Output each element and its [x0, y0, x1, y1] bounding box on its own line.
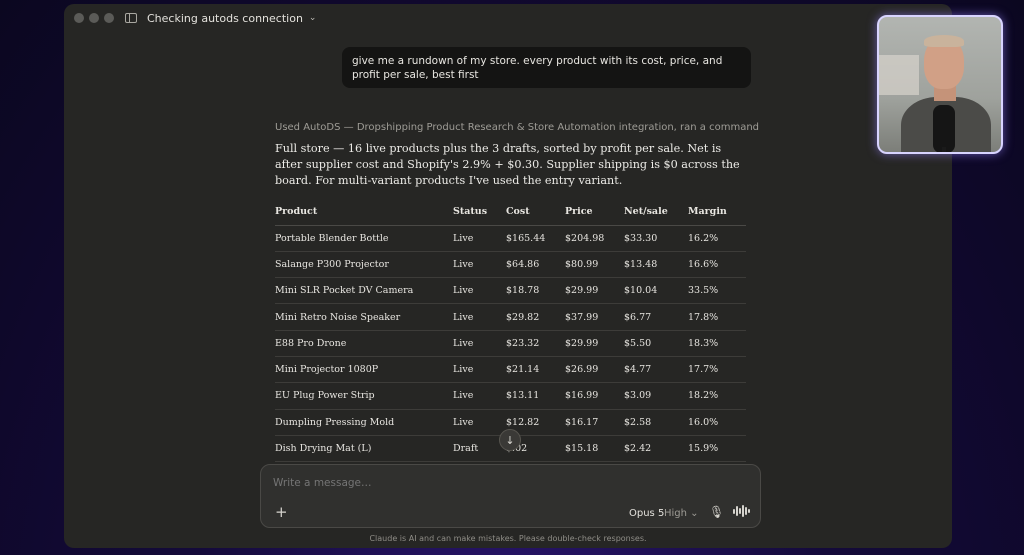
cell-product: Dumpling Pressing Mold — [275, 409, 453, 436]
column-header-cost: Cost — [506, 199, 565, 226]
products-table: Product Status Cost Price Net/sale Margi… — [275, 199, 746, 463]
model-selector[interactable]: Opus 5 — [629, 508, 664, 519]
podcast-microphone — [933, 105, 955, 152]
arrow-down-icon: ↓ — [505, 433, 515, 447]
cell-cost: $13.11 — [506, 382, 565, 410]
table-row: Mini Projector 1080P Live $21.14 $26.99 $4.7… — [275, 356, 746, 384]
maximize-window-button[interactable] — [104, 13, 114, 23]
cell-price: $29.99 — [565, 277, 624, 305]
cell-product: Mini SLR Pocket DV Camera — [275, 277, 453, 305]
table-row: Mini Retro Noise Speaker Live $29.82 $37.99… — [275, 303, 746, 331]
app-window: Checking autods connection ⌄ give me a r… — [64, 4, 952, 548]
cell-price: $204.98 — [565, 225, 624, 252]
cell-margin: 16.0% — [688, 409, 746, 436]
column-header-margin: Margin — [688, 199, 746, 226]
conversation-title[interactable]: Checking autods connection — [147, 12, 303, 25]
cell-price: $29.99 — [565, 330, 624, 357]
cell-status: Live — [453, 251, 506, 279]
cell-price: $37.99 — [565, 303, 624, 331]
cell-cost: $18.78 — [506, 277, 565, 305]
cell-net-sale: $3.09 — [624, 382, 688, 410]
column-header-product: Product — [275, 199, 453, 226]
cell-price: $16.17 — [565, 409, 624, 436]
cell-status: Live — [453, 225, 506, 252]
cell-cost: $23.32 — [506, 330, 565, 357]
table-row: E88 Pro Drone Live $23.32 $29.99 $5.50 18.3% — [275, 330, 746, 357]
message-composer: + Opus 5 High ⌄ 🎙 — [260, 464, 761, 528]
sidebar-toggle-icon[interactable] — [125, 13, 137, 23]
microphone-icon[interactable]: 🎙 — [709, 505, 724, 519]
cell-product: Mini Retro Noise Speaker — [275, 303, 453, 331]
cell-status: Live — [453, 382, 506, 410]
minimize-window-button[interactable] — [89, 13, 99, 23]
cell-net-sale: $10.04 — [624, 277, 688, 305]
table-row: EU Plug Power Strip Live $13.11 $16.99 $3.09… — [275, 382, 746, 410]
cell-margin: 18.3% — [688, 330, 746, 357]
cell-net-sale: $6.77 — [624, 303, 688, 331]
cell-product: Salange P300 Projector — [275, 251, 453, 279]
cell-product: E88 Pro Drone — [275, 330, 453, 357]
tool-usage-summary[interactable]: Used AutoDS — Dropshipping Product Resea… — [275, 122, 759, 133]
cell-product: Dish Drying Mat (L) — [275, 435, 453, 463]
cell-status: Live — [453, 409, 506, 436]
cell-price: $26.99 — [565, 356, 624, 384]
cell-price: $80.99 — [565, 251, 624, 279]
cell-product: EU Plug Power Strip — [275, 382, 453, 410]
plus-icon[interactable]: + — [275, 503, 288, 521]
table-row: Mini SLR Pocket DV Camera Live $18.78 $29.9… — [275, 277, 746, 305]
cell-cost: $64.86 — [506, 251, 565, 279]
cell-status: Live — [453, 303, 506, 331]
cell-margin: 17.8% — [688, 303, 746, 331]
assistant-intro: Full store — 16 live products plus the 3… — [275, 142, 740, 187]
scroll-down-button[interactable]: ↓ — [499, 429, 521, 451]
disclaimer: Claude is AI and can make mistakes. Plea… — [369, 534, 647, 543]
cell-price: $16.99 — [565, 382, 624, 410]
close-window-button[interactable] — [74, 13, 84, 23]
cell-cost: $21.14 — [506, 356, 565, 384]
table-row: Portable Blender Bottle Live $165.44 $204.9… — [275, 225, 746, 252]
effort-label: High — [664, 508, 687, 519]
webcam-overlay — [877, 15, 1003, 154]
cell-net-sale: $2.58 — [624, 409, 688, 436]
column-header-net-sale: Net/sale — [624, 199, 688, 226]
cell-cost: $29.82 — [506, 303, 565, 331]
effort-selector[interactable]: High ⌄ — [664, 508, 699, 519]
table-row: Salange P300 Projector Live $64.86 $80.99 $1… — [275, 251, 746, 279]
message-input[interactable] — [273, 477, 693, 489]
cell-status: Live — [453, 330, 506, 357]
voice-waveform-icon[interactable] — [733, 504, 751, 518]
column-header-price: Price — [565, 199, 624, 226]
cell-net-sale: $33.30 — [624, 225, 688, 252]
cell-status: Live — [453, 277, 506, 305]
cell-net-sale: $13.48 — [624, 251, 688, 279]
user-message: give me a rundown of my store. every pro… — [342, 47, 751, 88]
cell-margin: 15.9% — [688, 435, 746, 463]
cell-margin: 17.7% — [688, 356, 746, 384]
cell-margin: 16.6% — [688, 251, 746, 279]
cell-product: Portable Blender Bottle — [275, 225, 453, 252]
cell-net-sale: $5.50 — [624, 330, 688, 357]
cell-product: Mini Projector 1080P — [275, 356, 453, 384]
cell-net-sale: $4.77 — [624, 356, 688, 384]
cell-margin: 18.2% — [688, 382, 746, 410]
chevron-down-icon[interactable]: ⌄ — [309, 13, 317, 23]
cell-cost: $165.44 — [506, 225, 565, 252]
table-header-row: Product Status Cost Price Net/sale Margi… — [275, 199, 746, 226]
cell-net-sale: $2.42 — [624, 435, 688, 463]
cell-status: Live — [453, 356, 506, 384]
cell-margin: 33.5% — [688, 277, 746, 305]
cell-margin: 16.2% — [688, 225, 746, 252]
cell-price: $15.18 — [565, 435, 624, 463]
title-bar: Checking autods connection ⌄ — [64, 4, 952, 32]
column-header-status: Status — [453, 199, 506, 226]
